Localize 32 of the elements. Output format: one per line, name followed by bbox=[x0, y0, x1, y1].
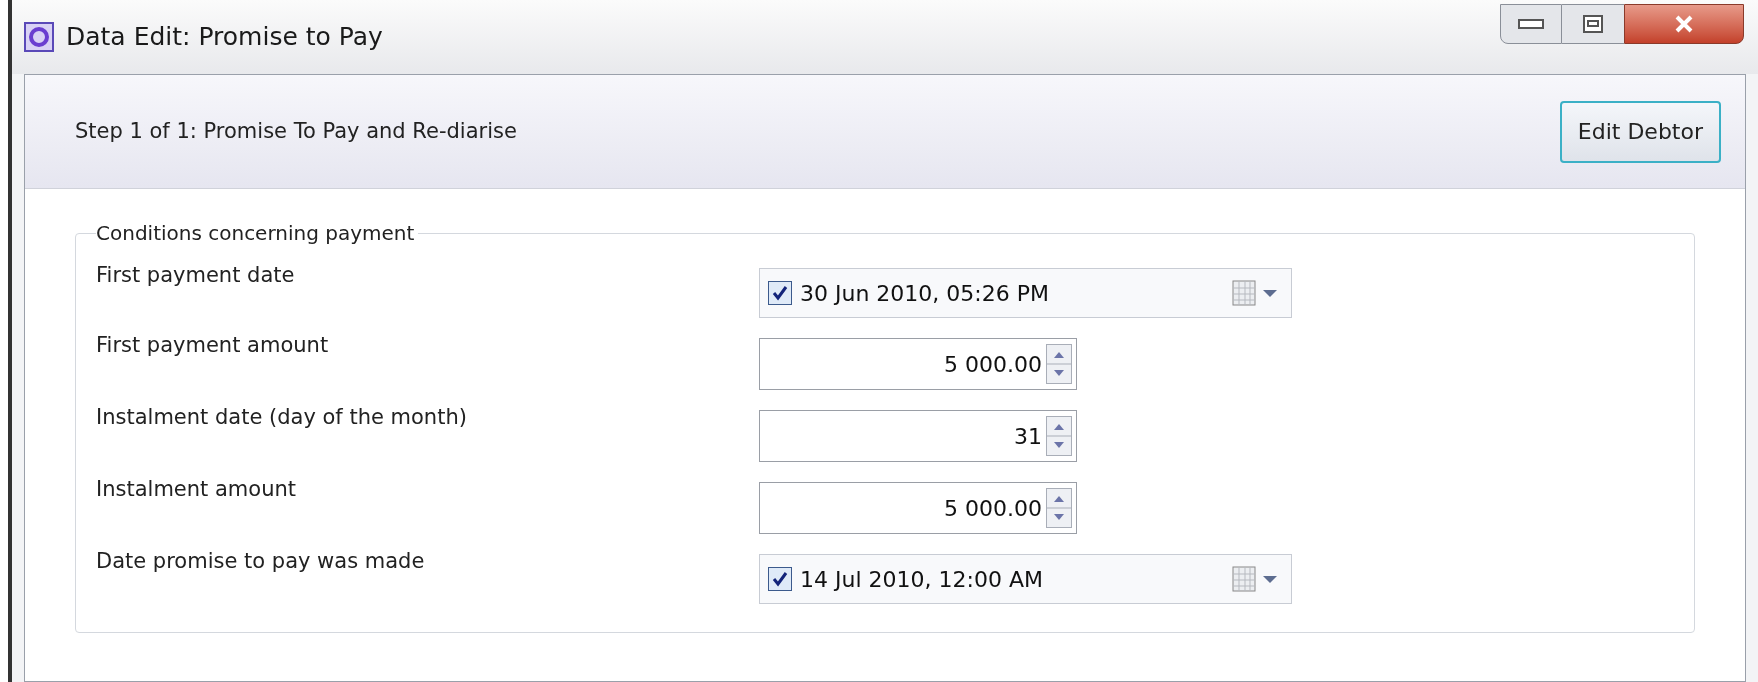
minimize-icon bbox=[1518, 19, 1544, 29]
close-button[interactable] bbox=[1624, 4, 1744, 44]
spinner-icon[interactable] bbox=[1046, 344, 1072, 384]
number-value: 5 000.00 bbox=[944, 494, 1042, 523]
date-value: 30 Jun 2010, 05:26 PM bbox=[800, 279, 1049, 308]
spinner-icon[interactable] bbox=[1046, 488, 1072, 528]
edit-debtor-button[interactable]: Edit Debtor bbox=[1559, 100, 1721, 163]
date-picker[interactable]: 14 Jul 2010, 12:00 AM bbox=[759, 554, 1292, 604]
checkbox[interactable] bbox=[768, 281, 792, 305]
checkmark-icon bbox=[772, 285, 788, 301]
maximize-icon bbox=[1583, 15, 1603, 33]
field-label: First payment date bbox=[96, 262, 296, 289]
checkmark-icon bbox=[772, 571, 788, 587]
checkbox[interactable] bbox=[768, 567, 792, 591]
number-value: 5 000.00 bbox=[944, 350, 1042, 379]
date-picker[interactable]: 30 Jun 2010, 05:26 PM bbox=[759, 268, 1292, 318]
spinner-icon[interactable] bbox=[1046, 416, 1072, 456]
number-field[interactable]: 5 000.00 bbox=[759, 482, 1077, 534]
app-icon bbox=[24, 22, 54, 52]
minimize-button[interactable] bbox=[1500, 4, 1562, 44]
window-title: Data Edit: Promise to Pay bbox=[66, 21, 383, 54]
number-value: 31 bbox=[1014, 422, 1042, 451]
field-label: Date promise to pay was made bbox=[96, 548, 426, 575]
number-field[interactable]: 31 bbox=[759, 410, 1077, 462]
step-title: Step 1 of 1: Promise To Pay and Re-diarise bbox=[75, 117, 517, 145]
field-label: Instalment date (day of the month) bbox=[96, 404, 468, 431]
close-icon bbox=[1674, 15, 1694, 33]
maximize-button[interactable] bbox=[1562, 4, 1624, 44]
field-label: First payment amount bbox=[96, 332, 330, 359]
date-value: 14 Jul 2010, 12:00 AM bbox=[800, 565, 1043, 594]
field-label: Instalment amount bbox=[96, 476, 297, 503]
number-field[interactable]: 5 000.00 bbox=[759, 338, 1077, 390]
